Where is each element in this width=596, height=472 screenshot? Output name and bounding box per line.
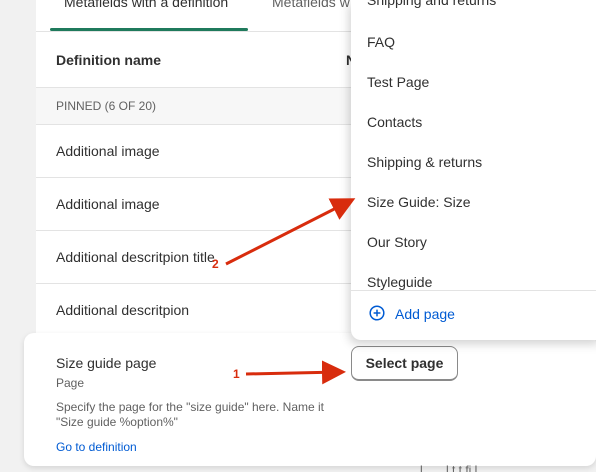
- tab-metafields-with-definition[interactable]: Metafields with a definition: [64, 0, 228, 10]
- metafield-description: Specify the page for the "size guide" he…: [56, 400, 325, 429]
- select-page-button[interactable]: Select page: [351, 346, 458, 381]
- annotation-marker-2: 2: [212, 257, 219, 271]
- metafield-title: Size guide page: [56, 355, 157, 371]
- pinned-label: PINNED (6 OF 20): [56, 99, 157, 113]
- page-option-size-guide[interactable]: Size Guide: Size: [367, 194, 471, 210]
- definition-name: Additional image: [56, 196, 160, 212]
- page-option[interactable]: Shipping and returns: [367, 0, 496, 8]
- plus-circle-icon: [369, 305, 385, 321]
- page-option[interactable]: Contacts: [367, 114, 422, 130]
- definition-name: Additional descritpion: [56, 302, 190, 318]
- page-picker-dropdown: Shipping and returns FAQ Test Page Conta…: [351, 0, 596, 340]
- definition-name: Additional descritpion title: [56, 249, 215, 265]
- annotation-marker-1: 1: [233, 367, 240, 381]
- page-option[interactable]: FAQ: [367, 34, 395, 50]
- page-option[interactable]: Test Page: [367, 74, 429, 90]
- add-page-label: Add page: [395, 306, 455, 322]
- page-option[interactable]: Shipping & returns: [367, 154, 482, 170]
- dropdown-divider: [351, 290, 596, 291]
- tab-metafields-without-definition[interactable]: Metafields w: [272, 0, 350, 10]
- page-option[interactable]: Styleguide: [367, 274, 432, 290]
- active-tab-indicator: [50, 28, 248, 31]
- size-guide-metafield-card: Size guide page Page Specify the page fo…: [24, 333, 596, 466]
- page-option[interactable]: Our Story: [367, 234, 427, 250]
- metafield-type: Page: [56, 376, 85, 390]
- column-header-definition-name[interactable]: Definition name: [56, 52, 161, 68]
- footer-text-fragment: l... ...l t t fi l: [420, 463, 478, 472]
- go-to-definition-link[interactable]: Go to definition: [56, 440, 137, 454]
- definition-name: Additional image: [56, 143, 160, 159]
